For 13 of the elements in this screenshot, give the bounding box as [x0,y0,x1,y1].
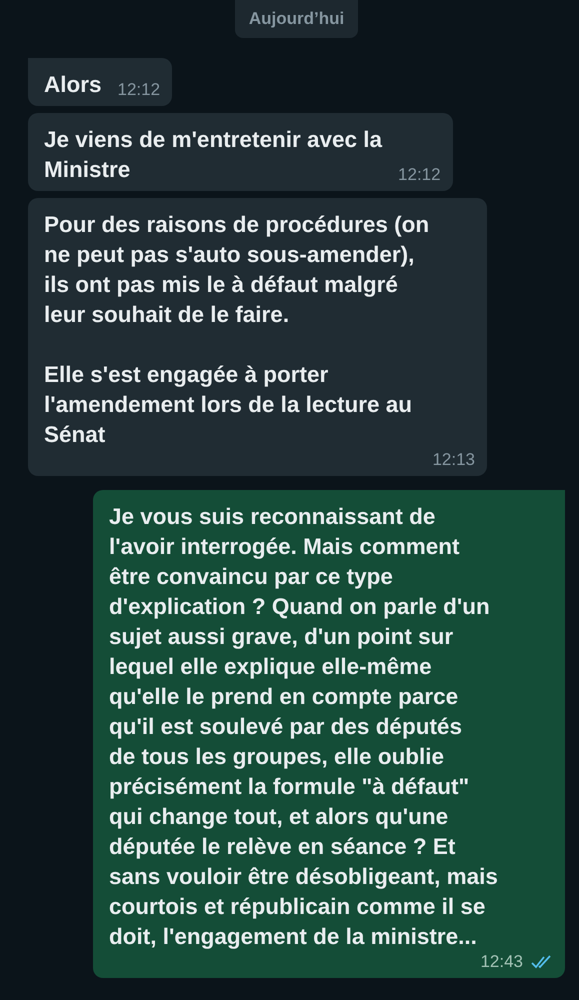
message-text: Alors [44,70,102,98]
message-time: 12:12 [118,80,160,100]
message-bubble[interactable]: Je viens de m'entretenir avec la Ministre 12:12 [28,112,453,190]
message-time: 12:13 [432,450,475,470]
message-text: Pour des raisons de procédures (on ne peut pas s'auto sous-amender), ils ont pas mis le à défaut malgré leur souhait de le faire. Elle s'est engagée à porter l'amendement lors de la lecture au Sénat [44,210,430,448]
message-bubble[interactable] [93,490,565,978]
message-text: Je viens de m'entretenir avec la Ministre [44,126,382,184]
message-bubble[interactable]: Alors 12:12 [28,58,172,106]
message-bubble[interactable] [28,198,487,476]
message-text: Je vous suis reconnaissant de l'avoir interrogée. Mais comment être convaincu par ce type d'explication ? Quand on parle d'un sujet aussi grave, d'un point sur lequel elle explique elle-même qu'elle le prend en compte parce qu'il est soulevé par des députés de tous les groupes, elle oublie précisément la formule "à défaut" qui change tout, et alors qu'une députée le relève en séance ? Et sans vouloir être désobligeant, mais courtois et républicain comme il se doit, l'engagement de la ministre... [109,502,498,951]
date-separator: Aujourd’hui [234,0,358,38]
message-time: 12:12 [398,164,441,184]
message-time: 12:43 [480,952,523,972]
